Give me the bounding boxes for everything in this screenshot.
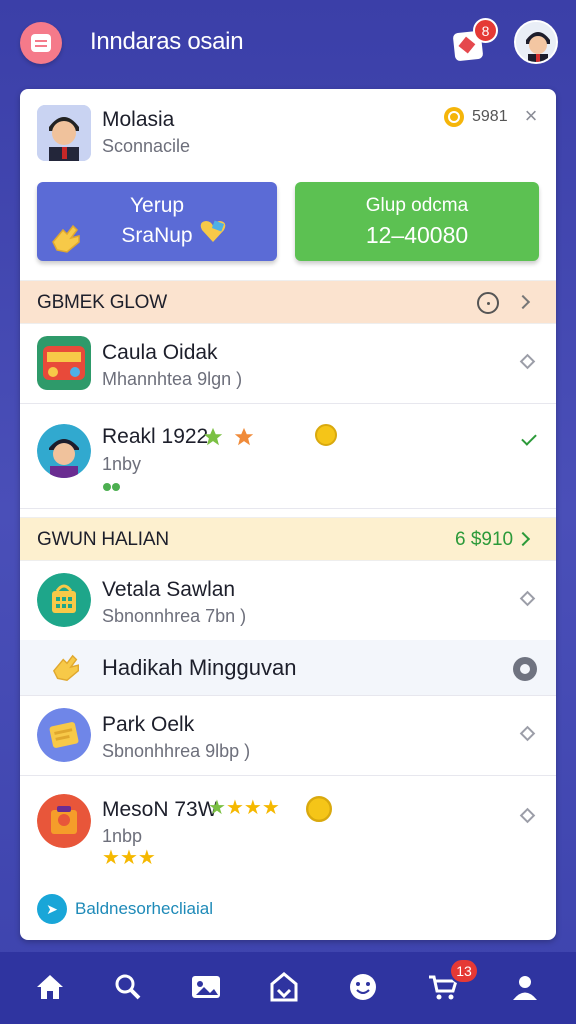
footer-link-text: Baldnesorhecliaial [75, 899, 213, 918]
coin-balance: 5981 [444, 107, 508, 127]
item-title: MesoN 73W [102, 798, 218, 821]
item-subtitle: Sbnonnhrea 7bn ) [102, 606, 247, 626]
rating-stars-top: ★★★★ [208, 797, 280, 819]
rating-stars: ★★★ [102, 847, 156, 869]
diamond-icon[interactable] [519, 725, 536, 742]
diamond-icon[interactable] [519, 353, 536, 370]
list-item[interactable]: Park Oelk Sbnonhhrea 9lbp ) [20, 696, 556, 776]
clover-icon [103, 483, 120, 491]
profile-subtitle: Sconnacile [102, 136, 191, 156]
app-header: Inndaras osain 8 [0, 0, 576, 82]
glup-value: 12–40080 [365, 222, 469, 248]
item-title: Reakl 1922 [102, 425, 209, 448]
chevron-right-icon[interactable] [515, 531, 531, 547]
footer-link[interactable]: ➤ Baldnesorhecliaial [37, 894, 213, 924]
user-avatar[interactable] [514, 20, 558, 64]
item-subtitle: Sbnonhhrea 9lbp ) [102, 741, 251, 761]
photo-card-icon[interactable] [189, 970, 223, 1004]
item-subtitle: Mhannhtea 9lgn ) [102, 369, 243, 389]
badge-icon [234, 427, 254, 446]
profile-icon[interactable] [508, 970, 542, 1004]
main-card: Molasia Sconnacile 5981 × Yerup SraNup G… [20, 89, 556, 940]
profile-section: Molasia Sconnacile 5981 × [20, 89, 556, 169]
section-amount: 6 $910 [455, 529, 514, 550]
hadikah-title: Hadikah Mingguvan [102, 655, 297, 680]
item-subtitle: 1nby [102, 454, 142, 474]
glup-label: Glup odcma [365, 195, 469, 216]
list-item[interactable]: Reakl 1922 1nby [20, 404, 556, 509]
section-title: GBMEK GLOW [37, 292, 167, 313]
settings-icon[interactable] [513, 657, 537, 681]
share-icon: ➤ [37, 894, 67, 924]
game-icon [37, 336, 91, 390]
list-item[interactable]: Caula Oidak Mhannhtea 9lgn ) [20, 324, 556, 404]
glup-odcma-button[interactable]: Glup odcma 12–40080 [295, 182, 539, 261]
item-title: Vetala Sawlan [102, 578, 236, 601]
bottom-nav [0, 952, 576, 1024]
list-item[interactable]: Vetala Sawlan Sbnonnhrea 7bn ) [20, 561, 556, 641]
hadikah-row[interactable]: Hadikah Mingguvan [20, 640, 556, 696]
green-star-icon [203, 427, 223, 446]
home-icon[interactable] [33, 970, 67, 1004]
yerup-label: Yerup [129, 194, 185, 217]
coin-icon [315, 424, 337, 446]
app-logo-icon[interactable] [20, 22, 62, 64]
store-icon[interactable] [267, 970, 301, 1004]
coin-value: 5981 [472, 108, 508, 125]
section-header-gwun[interactable]: GWUN HALIAN 6 $910 [20, 517, 556, 561]
app-title: Inndaras osain [90, 28, 244, 55]
item-title: Park Oelk [102, 713, 195, 736]
item-subtitle: 1nbp [102, 826, 143, 846]
profile-avatar[interactable] [37, 105, 91, 161]
coin-icon [444, 107, 464, 127]
section-header-gbmek[interactable]: GBMEK GLOW [20, 280, 556, 324]
info-icon[interactable] [477, 292, 499, 314]
list-item[interactable]: MesoN 73W ★★★★ 1nbp ★★★ [20, 776, 556, 881]
coin-icon [306, 796, 332, 822]
chevron-right-icon[interactable] [515, 294, 531, 310]
diamond-icon[interactable] [519, 590, 536, 607]
profile-name: Molasia [102, 108, 175, 131]
section-title: GWUN HALIAN [37, 529, 169, 550]
shopping-bag-icon [37, 573, 91, 627]
smile-icon[interactable] [346, 970, 380, 1004]
hand-icon [52, 654, 79, 681]
item-title: Caula Oidak [102, 341, 218, 364]
ticket-icon [37, 708, 91, 762]
hand-icon [52, 224, 80, 253]
close-icon[interactable]: × [520, 105, 542, 127]
yerup-button[interactable]: Yerup SraNup [37, 182, 277, 261]
character-icon [37, 424, 91, 478]
diamond-icon[interactable] [519, 807, 536, 824]
search-icon[interactable] [111, 970, 145, 1004]
check-icon[interactable] [521, 430, 537, 446]
heart-icon [200, 220, 226, 242]
gift-bag-icon [37, 794, 91, 848]
cart-badge: 13 [449, 958, 479, 984]
notification-badge: 8 [473, 18, 498, 43]
